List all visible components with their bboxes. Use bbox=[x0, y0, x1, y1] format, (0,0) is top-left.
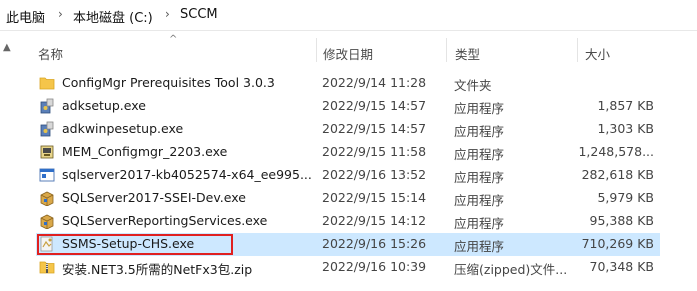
file-name: sqlserver2017-kb4052574-x64_ee995... bbox=[62, 167, 312, 182]
highlight-box bbox=[37, 234, 233, 255]
file-row-3[interactable]: MEM_Configmgr_2203.exe 2022/9/15 11:58 应… bbox=[36, 141, 660, 164]
scrollbar[interactable]: ▲ bbox=[0, 38, 16, 291]
file-row-6[interactable]: SQLServerReportingServices.exe 2022/9/15… bbox=[36, 210, 660, 233]
file-size: 70,348 KB bbox=[589, 259, 654, 274]
chevron-right-icon[interactable]: › bbox=[58, 7, 63, 21]
file-type: 应用程序 bbox=[454, 239, 505, 254]
file-date: 2022/9/15 11:58 bbox=[322, 144, 427, 159]
breadcrumb-item-this-pc[interactable]: 此电脑 bbox=[6, 7, 45, 26]
file-name: SQLServer2017-SSEI-Dev.exe bbox=[62, 190, 246, 205]
file-type: 应用程序 bbox=[454, 170, 505, 185]
window-exe-icon bbox=[39, 168, 55, 182]
file-row-4[interactable]: sqlserver2017-kb4052574-x64_ee995... 202… bbox=[36, 164, 660, 187]
file-type: 应用程序 bbox=[454, 193, 505, 208]
file-date: 2022/9/15 14:57 bbox=[322, 121, 427, 136]
file-size: 95,388 KB bbox=[589, 213, 654, 228]
column-divider[interactable] bbox=[316, 38, 317, 62]
file-type: 压缩(zipped)文件... bbox=[454, 262, 568, 277]
breadcrumb-item-local-disk[interactable]: 本地磁盘 (C:) bbox=[73, 7, 153, 26]
file-name: ConfigMgr Prerequisites Tool 3.0.3 bbox=[62, 75, 275, 90]
file-date: 2022/9/14 11:28 bbox=[322, 75, 427, 90]
installer-icon bbox=[40, 98, 54, 114]
installer-icon bbox=[40, 121, 54, 137]
file-date: 2022/9/15 14:57 bbox=[322, 98, 427, 113]
file-date: 2022/9/15 14:12 bbox=[322, 213, 427, 228]
file-type: 应用程序 bbox=[454, 147, 505, 162]
file-size: 710,269 KB bbox=[581, 236, 654, 251]
column-header-date[interactable]: 修改日期 bbox=[323, 44, 373, 63]
file-date: 2022/9/16 13:52 bbox=[322, 167, 427, 182]
file-name: adksetup.exe bbox=[62, 98, 146, 113]
archive-exe-icon bbox=[40, 145, 54, 159]
file-type: 文件夹 bbox=[454, 78, 492, 93]
file-type: 应用程序 bbox=[454, 101, 505, 116]
file-name: 安装.NET3.5所需的NetFx3包.zip bbox=[62, 262, 253, 277]
file-date: 2022/9/16 15:26 bbox=[322, 236, 427, 251]
column-divider[interactable] bbox=[446, 38, 447, 62]
file-date: 2022/9/15 15:14 bbox=[322, 190, 427, 205]
breadcrumb: 此电脑 › 本地磁盘 (C:) › SCCM bbox=[0, 0, 697, 31]
column-header-row: ^ 名称 修改日期 类型 大小 bbox=[0, 34, 697, 64]
file-row-0[interactable]: ConfigMgr Prerequisites Tool 3.0.3 2022/… bbox=[36, 72, 660, 95]
box-installer-icon bbox=[40, 214, 54, 229]
sort-ascending-icon: ^ bbox=[169, 34, 178, 45]
file-size: 1,857 KB bbox=[597, 98, 654, 113]
file-type: 应用程序 bbox=[454, 124, 505, 139]
file-name: SQLServerReportingServices.exe bbox=[62, 213, 268, 228]
file-size: 5,979 KB bbox=[597, 190, 654, 205]
file-size: 1,248,578... bbox=[578, 144, 654, 159]
box-installer-icon bbox=[40, 191, 54, 206]
file-size: 282,618 KB bbox=[581, 167, 654, 182]
file-size: 1,303 KB bbox=[597, 121, 654, 136]
chevron-right-icon[interactable]: › bbox=[165, 7, 170, 21]
file-row-2[interactable]: adkwinpesetup.exe 2022/9/15 14:57 应用程序 1… bbox=[36, 118, 660, 141]
column-header-size[interactable]: 大小 bbox=[585, 44, 610, 63]
column-header-name[interactable]: 名称 bbox=[38, 44, 63, 63]
file-row-5[interactable]: SQLServer2017-SSEI-Dev.exe 2022/9/15 15:… bbox=[36, 187, 660, 210]
file-date: 2022/9/16 10:39 bbox=[322, 259, 427, 274]
column-header-type[interactable]: 类型 bbox=[455, 44, 480, 63]
breadcrumb-item-sccm[interactable]: SCCM bbox=[180, 7, 218, 22]
file-type: 应用程序 bbox=[454, 216, 505, 231]
file-name: MEM_Configmgr_2203.exe bbox=[62, 144, 228, 159]
folder-icon bbox=[39, 77, 55, 90]
file-row-8[interactable]: 安装.NET3.5所需的NetFx3包.zip 2022/9/16 10:39 … bbox=[36, 256, 660, 279]
file-row-1[interactable]: adksetup.exe 2022/9/15 14:57 应用程序 1,857 … bbox=[36, 95, 660, 118]
zip-icon bbox=[39, 261, 55, 274]
file-name: adkwinpesetup.exe bbox=[62, 121, 184, 136]
column-divider[interactable] bbox=[577, 38, 578, 62]
